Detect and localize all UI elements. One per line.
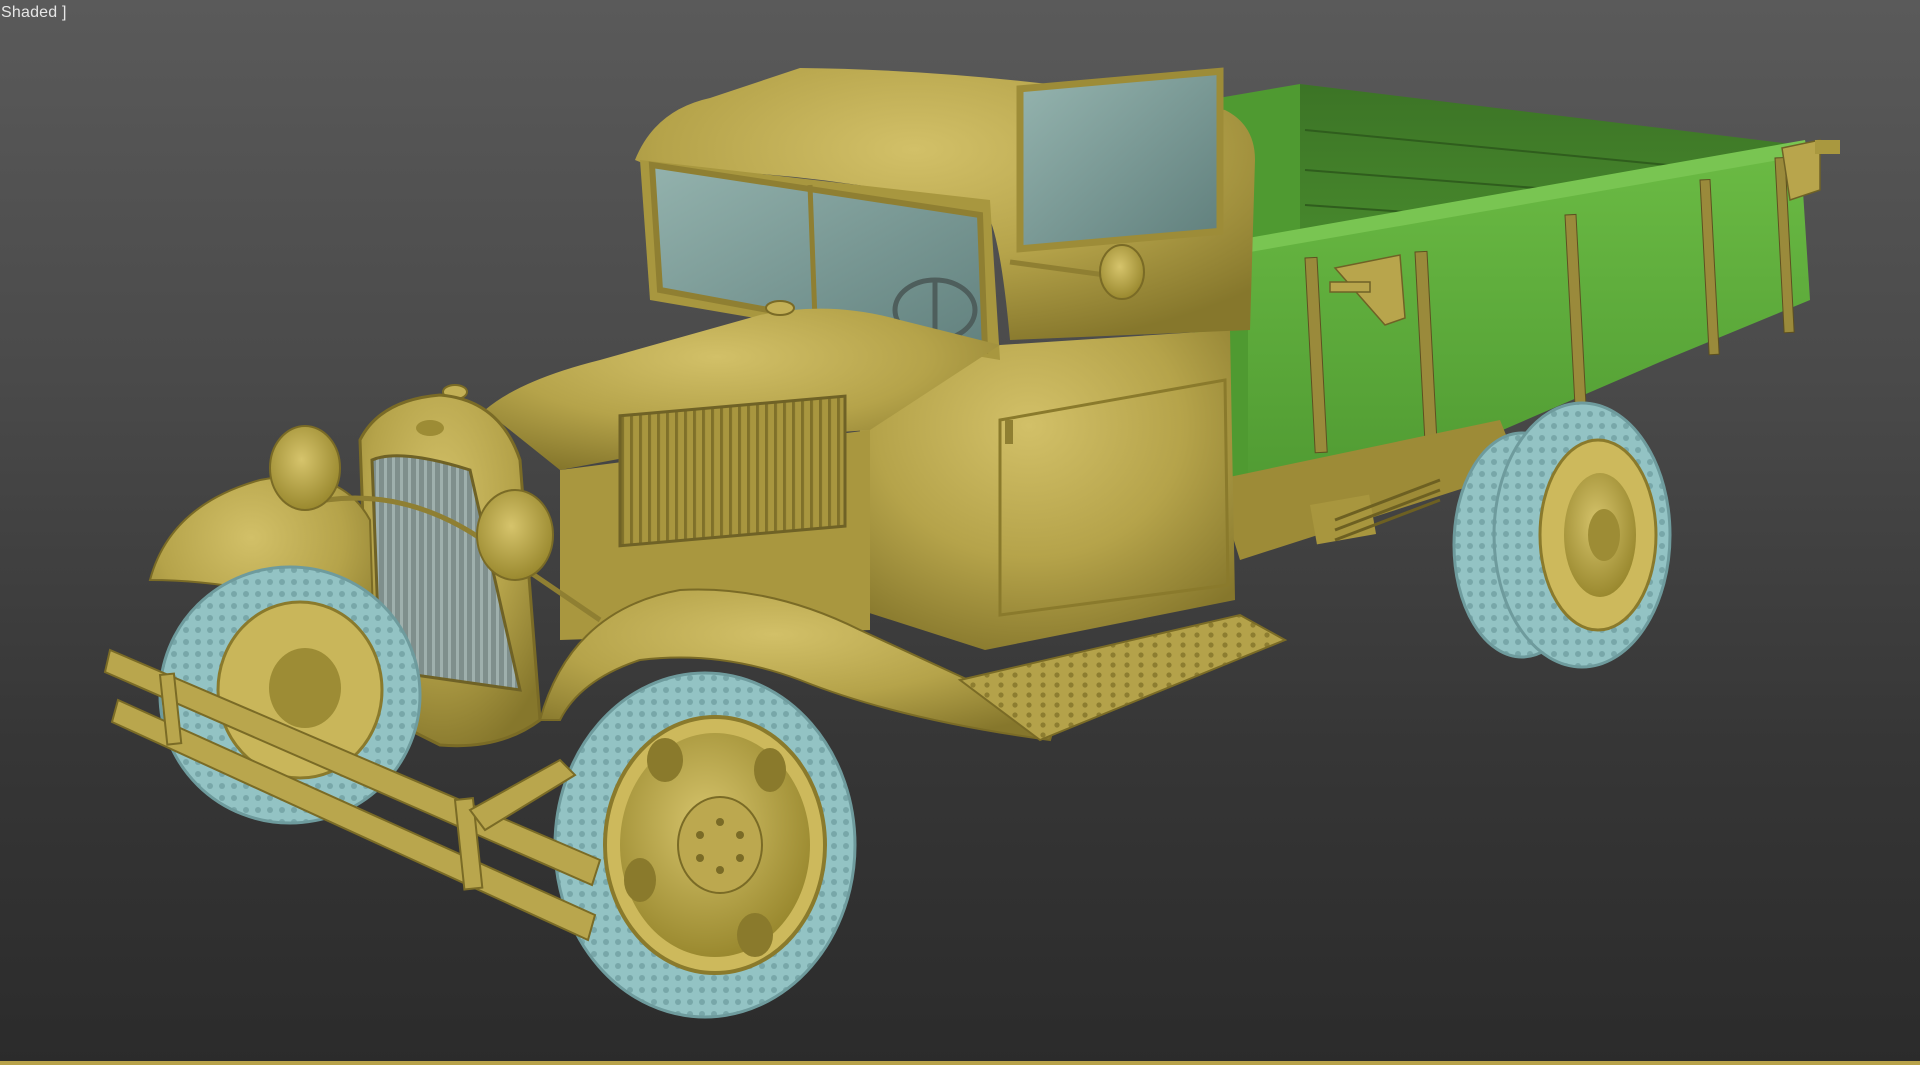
fuel-cap [765, 300, 795, 316]
door-handle[interactable] [1005, 420, 1013, 444]
headlight-right [476, 489, 554, 581]
viewport[interactable]: Shaded ] [0, 0, 1920, 1065]
hood-louvers [618, 394, 847, 548]
rear-wheel-outer [1492, 401, 1672, 669]
headlight-left [269, 425, 341, 511]
truck-3d-model[interactable] [0, 0, 1920, 1065]
door-window [1016, 67, 1224, 253]
radiator-emblem [416, 420, 444, 436]
bed-rear-hinge [1815, 140, 1840, 154]
active-viewport-border [0, 1061, 1920, 1065]
front-wheel-near [553, 671, 857, 1019]
